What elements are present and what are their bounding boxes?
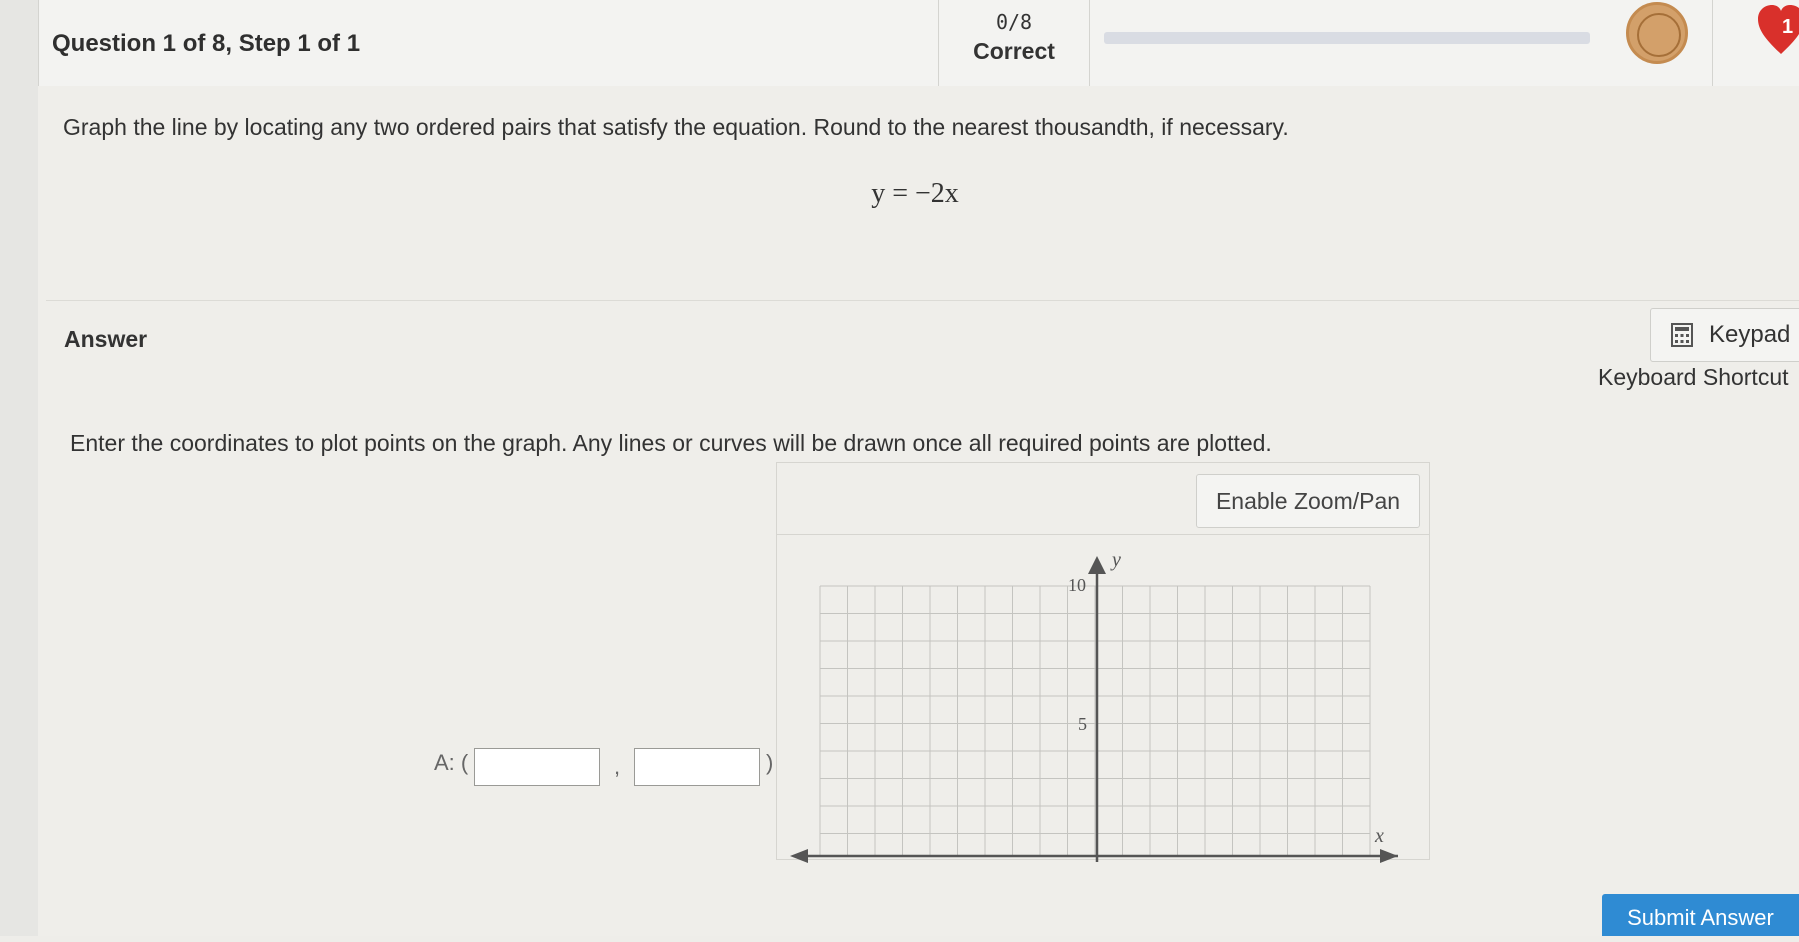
x-axis-left-arrow xyxy=(790,849,808,863)
score-fraction: 0/8 xyxy=(995,10,1033,34)
point-a-label: A: ( xyxy=(434,750,469,775)
y-tick-5: 5 xyxy=(1078,714,1087,734)
equation: y = −2x xyxy=(871,178,959,209)
y-axis-label: y xyxy=(1110,550,1121,571)
close-paren: ) xyxy=(766,750,774,775)
y-axis-up-arrow xyxy=(1088,556,1106,574)
left-sidebar-strip xyxy=(0,0,39,936)
point-a-x-input[interactable] xyxy=(474,748,600,786)
header-divider xyxy=(1712,0,1713,86)
coordinate-separator: , xyxy=(614,754,621,779)
score-label: Correct xyxy=(973,38,1055,64)
keypad-label: Keypad xyxy=(1709,321,1791,348)
y-tick-10: 10 xyxy=(1068,575,1086,595)
keypad-button[interactable]: Keypad xyxy=(1650,308,1799,362)
score-box: 0/8 Correct xyxy=(938,0,1090,86)
question-prompt: Graph the line by locating any two order… xyxy=(63,114,1289,140)
enable-zoom-pan-button[interactable]: Enable Zoom/Pan xyxy=(1196,474,1420,528)
progress-bar xyxy=(1104,32,1590,44)
calculator-icon xyxy=(1671,323,1693,347)
x-axis-right-arrow xyxy=(1380,849,1398,863)
hearts-count: 1 xyxy=(1782,16,1794,38)
section-divider xyxy=(46,300,1799,301)
keyboard-shortcuts-link[interactable]: Keyboard Shortcut xyxy=(1598,364,1789,391)
coordinate-graph[interactable]: y x 10 5 xyxy=(790,550,1410,870)
question-title: Question 1 of 8, Step 1 of 1 xyxy=(52,30,361,57)
graph-instructions: Enter the coordinates to plot points on … xyxy=(70,430,1272,456)
answer-label: Answer xyxy=(64,326,148,352)
x-axis-label: x xyxy=(1374,825,1384,847)
submit-answer-button[interactable]: Submit Answer xyxy=(1602,894,1799,936)
medal-icon[interactable] xyxy=(1626,2,1688,64)
graph-grid xyxy=(819,585,1371,856)
point-a-y-input[interactable] xyxy=(634,748,760,786)
medal-inner-ring xyxy=(1637,13,1681,57)
graph-toolbar-divider xyxy=(777,534,1429,535)
